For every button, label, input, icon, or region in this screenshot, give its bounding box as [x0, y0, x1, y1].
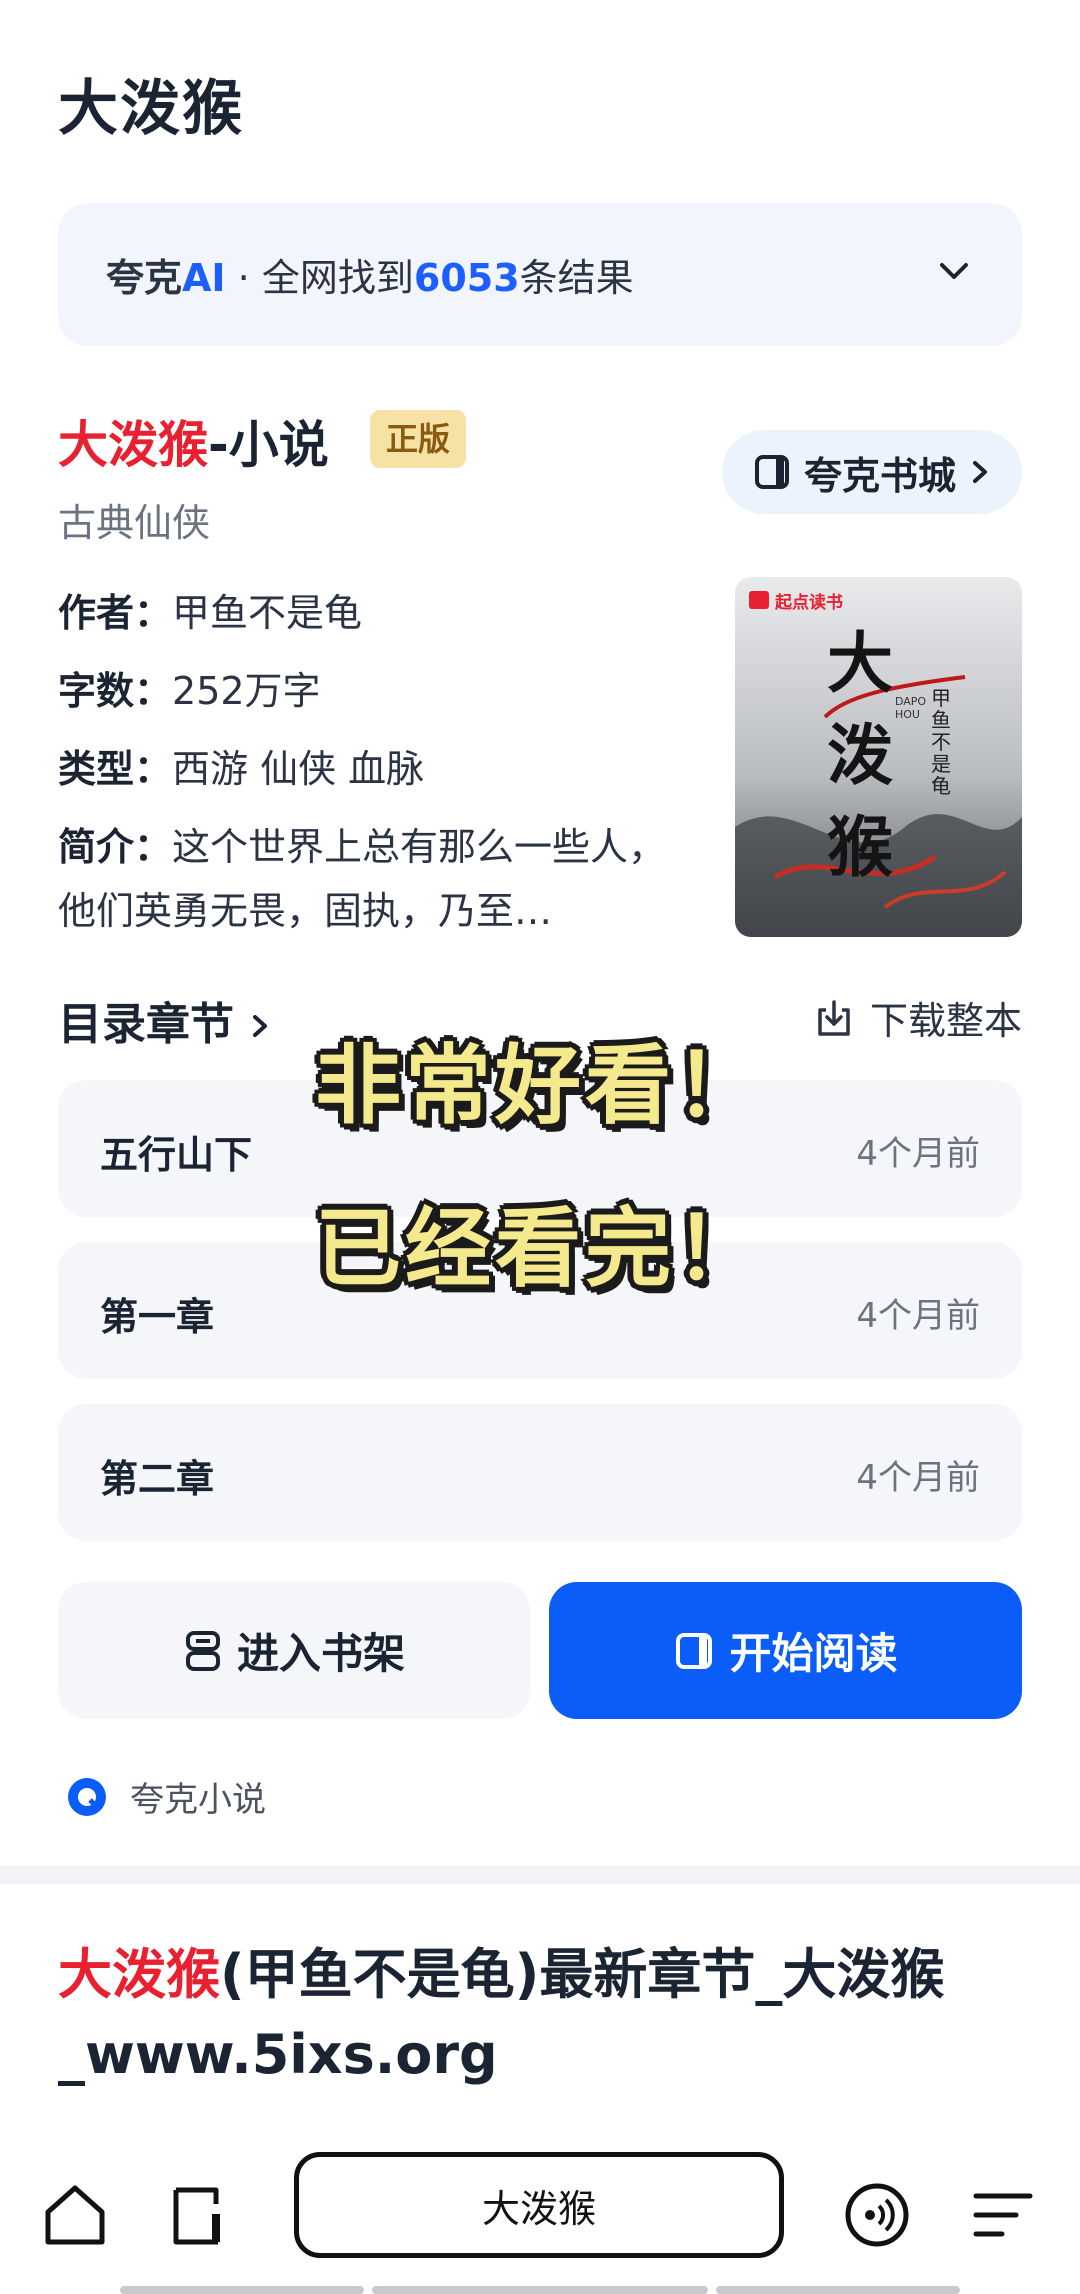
words-label: 字数：: [58, 669, 173, 713]
book-title-suffix: -小说: [208, 416, 329, 474]
book-cover[interactable]: 起点读书 大泼猴 甲鱼不是龟 DAPO HOU: [735, 577, 1022, 937]
bottom-navigation: 大泼猴: [0, 2130, 1080, 2294]
words-row: 字数：252万字: [58, 660, 321, 715]
intro-row: 简介：这个世界上总有那么一些人，他们英勇无畏，固执，乃至…: [58, 815, 698, 943]
bookstore-button[interactable]: 夸克书城: [722, 430, 1022, 514]
type-label: 类型：: [58, 747, 173, 791]
ai-summary-text: 夸克AI · 全网找到6053条结果: [106, 247, 634, 302]
cover-publisher: 起点读书: [775, 593, 843, 613]
start-reading-label: 开始阅读: [729, 1629, 898, 1678]
ai-text-before: 全网找到: [261, 256, 414, 300]
source-attribution[interactable]: 夸克小说: [66, 1772, 266, 1821]
type-value: 西游 仙侠 血脉: [172, 747, 425, 791]
tab-strip-segment: [716, 2286, 960, 2294]
overlay-caption-line1: 非常好看！: [315, 1036, 765, 1136]
author-value: 甲鱼不是龟: [172, 591, 363, 635]
bookstore-button-label: 夸克书城: [803, 453, 956, 498]
author-row: 作者：甲鱼不是龟: [58, 582, 362, 637]
cover-author: 甲鱼不是龟: [931, 686, 951, 798]
tab-strip-segment: [120, 2286, 364, 2294]
cover-title: 大泼猴: [827, 624, 893, 886]
ai-result-count: 6053: [413, 256, 520, 300]
type-row: 类型：西游 仙侠 血脉: [58, 738, 424, 793]
ai-brand-ai: AI: [182, 256, 226, 300]
source-name: 夸克小说: [130, 1780, 266, 1820]
search-box[interactable]: 大泼猴: [294, 2152, 784, 2258]
book-genre: 古典仙侠: [58, 501, 211, 545]
chapter-item[interactable]: 第二章 4个月前: [58, 1404, 1022, 1541]
enter-bookshelf-button[interactable]: 进入书架: [58, 1582, 530, 1719]
search-box-text: 大泼猴: [481, 2186, 596, 2231]
official-badge: 正版: [370, 410, 466, 468]
chevron-right-icon: [973, 461, 987, 483]
result-title-highlight: 大泼猴: [58, 1943, 220, 2006]
words-value: 252万字: [172, 669, 321, 713]
bookshelf-icon: [185, 1630, 220, 1671]
book-title[interactable]: 大泼猴-小说: [58, 405, 329, 477]
ai-separator: ·: [237, 256, 250, 300]
chapter-name: 第二章: [100, 1457, 215, 1501]
tabs-icon[interactable]: [166, 2180, 236, 2250]
quark-novel-logo-icon: [68, 1777, 106, 1816]
author-label: 作者：: [58, 591, 173, 635]
intro-label: 简介：: [58, 825, 173, 869]
cover-latin: DAPO HOU: [895, 695, 927, 721]
page-title: 大泼猴: [58, 74, 244, 144]
home-icon[interactable]: [40, 2180, 110, 2250]
chevron-down-icon[interactable]: [934, 251, 974, 291]
tab-strip-segment: [372, 2286, 708, 2294]
ai-text-after: 条结果: [519, 256, 634, 300]
overlay-caption-line2: 已经看完！: [315, 1199, 765, 1299]
audio-icon[interactable]: [842, 2180, 912, 2250]
book-icon: [676, 1632, 713, 1669]
ai-brand-prefix: 夸克: [106, 256, 183, 300]
chapter-time: 4个月前: [856, 1458, 980, 1498]
search-result-title[interactable]: 大泼猴(甲鱼不是龟)最新章节_大泼猴_www.5ixs.org: [58, 1935, 1028, 2095]
ai-summary-bar[interactable]: 夸克AI · 全网找到6053条结果: [58, 203, 1022, 346]
start-reading-button[interactable]: 开始阅读: [549, 1582, 1022, 1719]
book-title-main: 大泼猴: [58, 416, 208, 474]
section-divider: [0, 1866, 1080, 1884]
enter-bookshelf-label: 进入书架: [236, 1629, 405, 1678]
book-icon: [754, 455, 789, 489]
menu-icon[interactable]: [968, 2180, 1038, 2250]
